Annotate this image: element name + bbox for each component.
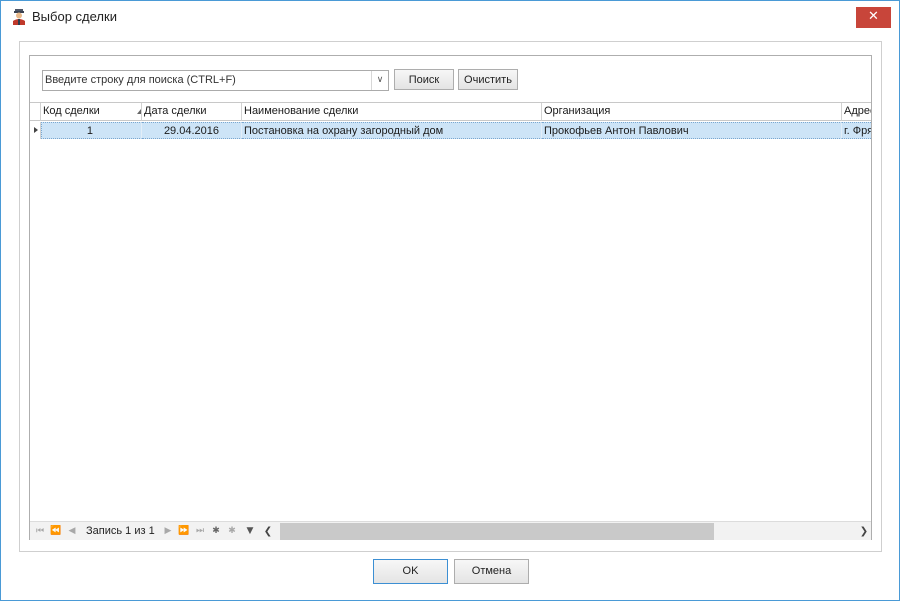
close-button[interactable]: ✕ bbox=[856, 7, 891, 28]
previous-record-icon[interactable]: ◀ bbox=[65, 525, 79, 538]
previous-page-icon[interactable]: ⏪ bbox=[49, 525, 63, 538]
content-group: Введите строку для поиска (CTRL+F) ∨ Пои… bbox=[19, 41, 882, 552]
column-header-name[interactable]: Наименование сделки bbox=[242, 103, 542, 121]
table-cell[interactable]: Прокофьев Антон Павлович bbox=[542, 122, 842, 139]
column-header-code[interactable]: Код сделки bbox=[41, 103, 142, 121]
user-icon bbox=[13, 9, 25, 25]
deals-grid: Код сделки Дата сделки Наименование сдел… bbox=[30, 102, 871, 540]
window-title: Выбор сделки bbox=[32, 9, 117, 24]
column-header-date[interactable]: Дата сделки bbox=[142, 103, 242, 121]
row-indicator[interactable] bbox=[30, 122, 41, 139]
search-input-text: Введите строку для поиска (CTRL+F) bbox=[45, 74, 236, 86]
chevron-down-icon[interactable]: ∨ bbox=[371, 71, 388, 90]
filter-icon[interactable]: ▼ bbox=[243, 525, 257, 538]
next-record-icon[interactable]: ▶ bbox=[161, 525, 175, 538]
column-header-label: Организация bbox=[544, 105, 611, 117]
table-cell[interactable]: г. Фрязино bbox=[842, 122, 871, 139]
column-header-label: Наименование сделки bbox=[244, 105, 359, 117]
table-cell[interactable]: 29.04.2016 bbox=[142, 122, 242, 139]
grid-corner bbox=[30, 103, 41, 121]
table-cell[interactable]: Постановка на охрану загородный дом bbox=[242, 122, 542, 139]
data-navigator: ⏮ ⏪ ◀ Запись 1 из 1 ▶ ⏩ ⏭ ✱ ✱ ▼ ❮ ❯ bbox=[30, 521, 871, 540]
last-record-icon[interactable]: ⏭ bbox=[193, 525, 207, 538]
table-cell[interactable]: 1 bbox=[41, 122, 142, 139]
column-header-label: Код сделки bbox=[43, 105, 100, 117]
scroll-left-icon[interactable]: ❮ bbox=[262, 525, 274, 538]
append-record-icon[interactable]: ✱ bbox=[209, 525, 223, 538]
column-header-organization[interactable]: Организация bbox=[542, 103, 842, 121]
search-grid-panel: Введите строку для поиска (CTRL+F) ∨ Пои… bbox=[29, 55, 872, 540]
next-page-icon[interactable]: ⏩ bbox=[177, 525, 191, 538]
column-header-label: Дата сделки bbox=[144, 105, 207, 117]
row-pointer-icon bbox=[34, 127, 38, 133]
ok-button[interactable]: OK bbox=[373, 559, 448, 584]
search-input[interactable]: Введите строку для поиска (CTRL+F) ∨ bbox=[42, 70, 389, 91]
search-button[interactable]: Поиск bbox=[394, 69, 454, 90]
column-header-address[interactable]: Адрес bbox=[842, 103, 871, 121]
first-record-icon[interactable]: ⏮ bbox=[33, 525, 47, 538]
clear-button[interactable]: Очистить bbox=[458, 69, 518, 90]
horizontal-scrollbar-thumb[interactable] bbox=[280, 523, 714, 540]
cancel-button[interactable]: Отмена bbox=[454, 559, 529, 584]
column-header-label: Адрес bbox=[844, 105, 871, 117]
dialog-window: Выбор сделки ✕ Введите строку для поиска… bbox=[0, 0, 900, 601]
scroll-right-icon[interactable]: ❯ bbox=[858, 525, 870, 538]
record-counter: Запись 1 из 1 bbox=[86, 525, 155, 537]
title-bar: Выбор сделки ✕ bbox=[1, 1, 899, 32]
insert-record-icon[interactable]: ✱ bbox=[225, 525, 239, 538]
